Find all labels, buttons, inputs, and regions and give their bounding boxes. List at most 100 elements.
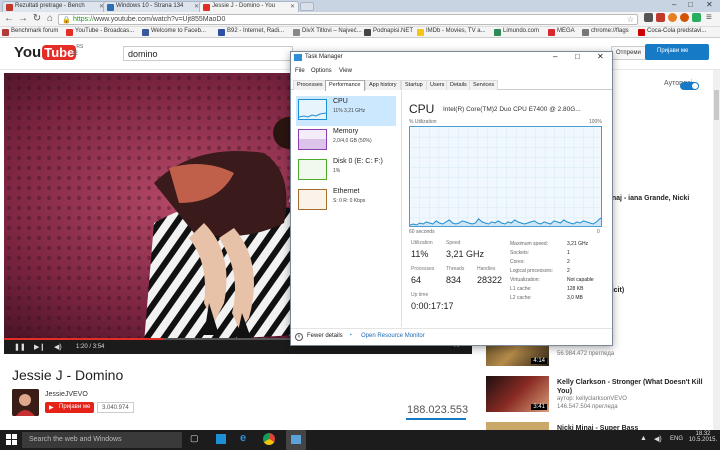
bookmark-item[interactable]: Limundo.com	[494, 28, 539, 36]
tab-processes[interactable]: Processes	[293, 80, 327, 90]
channel-avatar[interactable]	[12, 389, 39, 416]
bookmark-favicon-icon	[66, 29, 73, 36]
bookmark-item[interactable]: DivX Titlovi – Najveć...	[293, 28, 362, 36]
tab-startup[interactable]: Startup	[401, 80, 427, 90]
bookmark-item[interactable]: MEGA	[548, 28, 575, 36]
bookmark-favicon-icon	[218, 29, 225, 36]
minimize-icon[interactable]: –	[553, 52, 557, 61]
like-ratio-bar	[406, 418, 466, 420]
back-icon[interactable]: ←	[3, 13, 15, 24]
menu-view[interactable]: View	[339, 68, 352, 74]
next-icon[interactable]: ▶❙	[34, 343, 45, 351]
resource-ethernet[interactable]: Ethernet S: 0 R: 0 Kbps	[296, 186, 396, 216]
video-thumbnail[interactable]	[486, 422, 549, 430]
task-manager-tabs: Processes Performance App history Startu…	[291, 79, 612, 91]
bookmark-star-icon[interactable]: ☆	[627, 15, 634, 25]
chevron-up-icon[interactable]: ˄	[295, 333, 303, 341]
bookmark-item[interactable]: Benchmark forum	[2, 28, 58, 36]
menu-icon[interactable]: ≡	[706, 12, 712, 23]
close-tab-icon[interactable]: ✕	[290, 3, 295, 10]
browser-tab-2[interactable]: Windows 10 - Strana 134 ✕	[103, 1, 203, 12]
forward-icon[interactable]: →	[17, 13, 29, 24]
view-count: 188.023.553	[407, 404, 469, 416]
windows-start-icon[interactable]	[6, 434, 17, 445]
guide-menu-icon[interactable]: ≡	[72, 48, 78, 59]
youtube-search-input[interactable]: domino	[123, 46, 293, 61]
bookmark-item[interactable]: IMDb - Movies, TV a...	[417, 28, 486, 36]
bookmark-item[interactable]: Podnapisi.NET	[364, 28, 413, 36]
bookmark-item[interactable]: chrome://flags	[582, 28, 629, 36]
cpu-utilization-graph	[409, 126, 602, 227]
upload-button[interactable]: Отпреми	[611, 46, 646, 60]
volume-icon[interactable]: ◀)	[54, 343, 62, 351]
resource-disk[interactable]: Disk 0 (E: C: F:) 1%	[296, 156, 396, 186]
bookmark-favicon-icon	[364, 29, 371, 36]
clock[interactable]: 18.32 10.5.2015.	[688, 431, 718, 443]
minimize-window-icon[interactable]: –	[672, 0, 676, 9]
pause-icon[interactable]: ❚❚	[14, 343, 26, 351]
close-window-icon[interactable]: ✕	[706, 0, 713, 9]
bookmark-item[interactable]: YouTube - Broadcas...	[66, 28, 134, 36]
tab-favicon-icon	[107, 4, 114, 11]
avatar-image	[12, 389, 39, 416]
bookmarks-bar: Benchmark forum YouTube - Broadcas... We…	[0, 27, 720, 38]
task-view-icon[interactable]: ▢	[190, 433, 199, 444]
new-tab-button[interactable]	[300, 2, 314, 11]
store-icon[interactable]	[216, 434, 226, 444]
resource-cpu[interactable]: CPU 11% 3,21 GHz	[296, 96, 396, 126]
spec-label: Virtualization:	[510, 277, 540, 283]
bookmark-favicon-icon	[548, 29, 555, 36]
channel-name[interactable]: JessieJVEVO	[45, 391, 88, 398]
tab-label: Rezultati pretrage - Bench	[15, 3, 85, 9]
bookmark-label: MEGA	[557, 28, 575, 34]
volume-icon[interactable]: ◀)	[654, 435, 662, 443]
tab-app-history[interactable]: App history	[365, 80, 401, 90]
bookmark-item[interactable]: B92 - Internet, Radi...	[218, 28, 284, 36]
extension-icon[interactable]	[680, 13, 689, 22]
task-manager-taskbar-icon[interactable]	[286, 430, 306, 450]
taskbar-search-box[interactable]: Search the web and Windows	[22, 432, 182, 448]
extension-icon[interactable]	[644, 13, 653, 22]
maximize-icon[interactable]: □	[575, 52, 580, 61]
open-resource-monitor-link[interactable]: Open Resource Monitor	[361, 333, 425, 339]
bookmark-item[interactable]: Welcome to Faceb...	[142, 28, 206, 36]
browser-tab-active[interactable]: Jessie J - Domino - You ✕	[199, 1, 299, 12]
sign-in-button[interactable]: Пријави ме	[645, 44, 709, 60]
close-icon[interactable]: ✕	[597, 52, 604, 61]
video-thumbnail[interactable]: 3:41	[486, 376, 549, 412]
address-bar[interactable]: 🔒 https://www.youtube.com/watch?v=Ujt855…	[58, 14, 638, 25]
task-manager-titlebar[interactable]: Task Manager – □ ✕	[291, 52, 612, 64]
extension-icon[interactable]	[656, 13, 665, 22]
maximize-window-icon[interactable]: □	[688, 0, 693, 9]
reload-icon[interactable]: ↻	[31, 13, 43, 24]
bookmark-label: DivX Titlovi – Najveć...	[302, 28, 362, 34]
page-scrollbar[interactable]	[713, 70, 720, 430]
task-manager-icon	[294, 54, 302, 61]
language-indicator[interactable]: ENG	[670, 436, 683, 442]
extension-icon[interactable]	[668, 13, 677, 22]
tab-performance[interactable]: Performance	[325, 80, 365, 91]
fewer-details-link[interactable]: Fewer details	[307, 333, 343, 339]
tab-details[interactable]: Details	[446, 80, 471, 90]
home-icon[interactable]: ⌂	[44, 13, 56, 24]
graph-time-left: 60 seconds	[409, 229, 435, 235]
edge-browser-icon[interactable]: e	[240, 432, 246, 444]
network-icon[interactable]: ▲	[640, 435, 647, 442]
resource-monitor-icon: ◔	[348, 332, 353, 339]
chrome-icon[interactable]	[263, 433, 275, 445]
menu-file[interactable]: File	[295, 68, 305, 74]
tab-services[interactable]: Services	[469, 80, 499, 90]
resource-name: CPU	[333, 98, 348, 105]
bookmark-item[interactable]: Coca-Cola predstavi...	[638, 28, 706, 36]
url-text: www.youtube.com/watch?v=Ujt855MaoD0	[94, 16, 226, 23]
download-icon[interactable]	[692, 13, 701, 22]
browser-tab-1[interactable]: Rezultati pretrage - Bench ✕	[2, 1, 108, 12]
bookmark-favicon-icon	[142, 29, 149, 36]
time-total: 3:54	[92, 344, 105, 350]
resource-memory[interactable]: Memory 2,0/4,0 GB (50%)	[296, 126, 396, 156]
tab-favicon-icon	[203, 4, 210, 11]
related-views: 56.984.472 прегледа	[557, 351, 615, 357]
subscribe-button[interactable]: ▶ Пријави ме	[45, 402, 95, 413]
processes-label: Processes	[411, 266, 435, 272]
menu-options[interactable]: Options	[311, 68, 332, 74]
